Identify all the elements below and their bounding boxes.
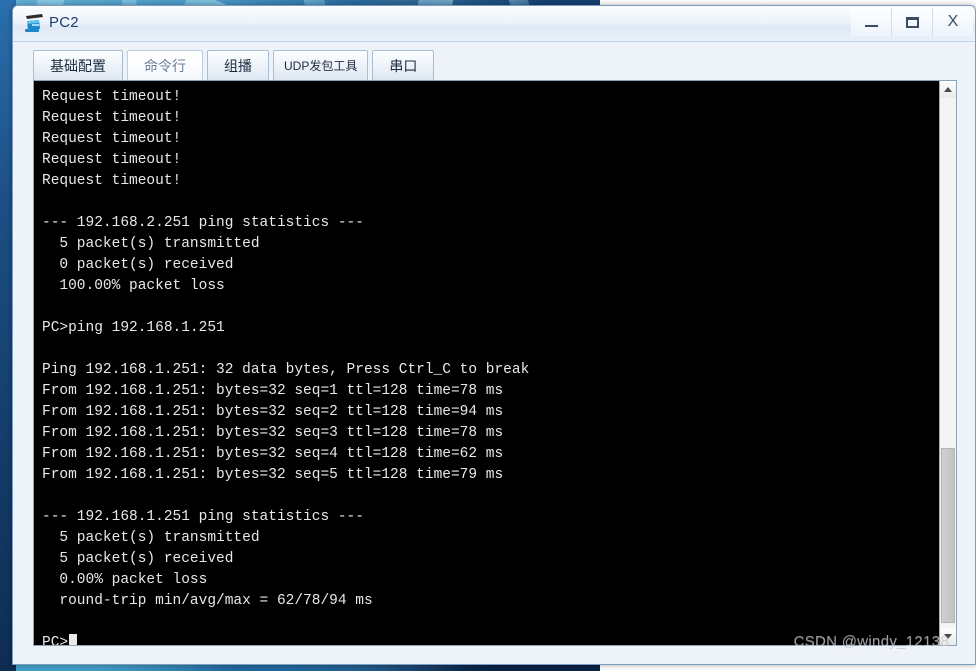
tab-label: 组播 xyxy=(224,57,252,74)
pc2-window: PC2 X 基础配置 命令行 组播 UDP发包工具 串口 Request tim… xyxy=(12,5,976,665)
terminal-line: PC>ping 192.168.1.251 xyxy=(42,320,225,336)
minimize-button[interactable] xyxy=(851,8,891,36)
terminal-panel: Request timeout! Request timeout! Request … xyxy=(33,80,957,646)
title-bar[interactable]: PC2 X xyxy=(13,6,975,42)
terminal-line: Request timeout! xyxy=(42,152,182,168)
terminal-line: 5 packet(s) transmitted xyxy=(42,236,260,252)
terminal-output[interactable]: Request timeout! Request timeout! Request … xyxy=(34,81,939,645)
close-button[interactable]: X xyxy=(932,8,973,36)
chevron-up-icon xyxy=(944,87,952,92)
tab-command-line[interactable]: 命令行 xyxy=(127,50,203,80)
tab-udp-packet-tool[interactable]: UDP发包工具 xyxy=(273,50,369,80)
terminal-line: 0 packet(s) received xyxy=(42,257,234,273)
tab-multicast[interactable]: 组播 xyxy=(207,50,269,80)
terminal-line: 100.00% packet loss xyxy=(42,278,225,294)
maximize-button[interactable] xyxy=(891,8,932,36)
terminal-line: 5 packet(s) received xyxy=(42,551,234,567)
terminal-line: 0.00% packet loss xyxy=(42,572,208,588)
window-controls: X xyxy=(851,8,973,36)
terminal-line: Ping 192.168.1.251: 32 data bytes, Press… xyxy=(42,362,530,378)
terminal-line: Request timeout! xyxy=(42,173,182,189)
tab-strip: 基础配置 命令行 组播 UDP发包工具 串口 xyxy=(13,42,975,80)
window-title: PC2 xyxy=(49,14,79,31)
screen: PC2 X 基础配置 命令行 组播 UDP发包工具 串口 Request tim… xyxy=(0,0,976,671)
scrollbar-track[interactable] xyxy=(940,98,956,628)
minimize-icon xyxy=(864,24,878,27)
terminal-line: Request timeout! xyxy=(42,110,182,126)
tab-label: UDP发包工具 xyxy=(284,59,358,73)
scrollbar-thumb[interactable] xyxy=(941,448,955,623)
terminal-line: From 192.168.1.251: bytes=32 seq=4 ttl=1… xyxy=(42,446,504,462)
terminal-line: From 192.168.1.251: bytes=32 seq=2 ttl=1… xyxy=(42,404,504,420)
terminal-line: From 192.168.1.251: bytes=32 seq=1 ttl=1… xyxy=(42,383,504,399)
close-icon: X xyxy=(947,13,959,30)
scroll-up-button[interactable] xyxy=(940,81,956,98)
maximize-icon xyxy=(905,16,919,28)
tab-label: 基础配置 xyxy=(50,57,106,74)
terminal-line: Request timeout! xyxy=(42,89,182,105)
client-area: 基础配置 命令行 组播 UDP发包工具 串口 Request timeout! R… xyxy=(13,42,975,664)
tab-label: 串口 xyxy=(389,57,418,74)
terminal-scrollbar[interactable] xyxy=(939,81,956,645)
chevron-down-icon xyxy=(944,634,952,639)
pc-device-icon xyxy=(23,13,45,34)
terminal-line: From 192.168.1.251: bytes=32 seq=5 ttl=1… xyxy=(42,467,504,483)
tab-label: 命令行 xyxy=(144,57,186,74)
terminal-line: From 192.168.1.251: bytes=32 seq=3 ttl=1… xyxy=(42,425,504,441)
tab-serial-port[interactable]: 串口 xyxy=(372,50,435,80)
terminal-line: Request timeout! xyxy=(42,131,182,147)
terminal-line: PC> xyxy=(42,633,939,645)
terminal-line: --- 192.168.2.251 ping statistics --- xyxy=(42,215,364,231)
scroll-down-button[interactable] xyxy=(940,628,956,645)
tab-basic-config[interactable]: 基础配置 xyxy=(33,50,123,80)
terminal-line: 5 packet(s) transmitted xyxy=(42,530,260,546)
terminal-line: round-trip min/avg/max = 62/78/94 ms xyxy=(42,593,373,609)
terminal-line: --- 192.168.1.251 ping statistics --- xyxy=(42,509,364,525)
terminal-cursor xyxy=(69,634,78,645)
